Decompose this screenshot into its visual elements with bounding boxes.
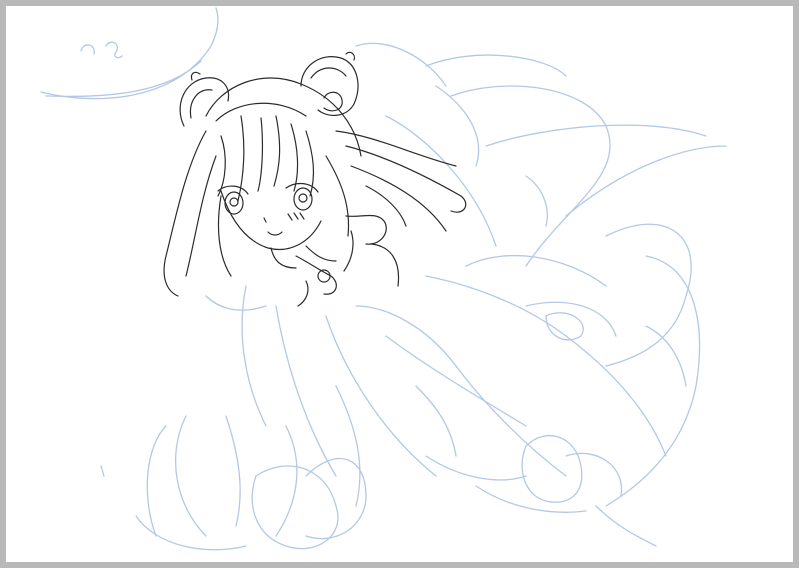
lineart-layer [163,51,467,307]
artwork-drawing[interactable] [6,6,793,562]
workspace [0,0,799,568]
sketch-layer [40,7,727,551]
drawing-canvas[interactable] [6,6,793,562]
